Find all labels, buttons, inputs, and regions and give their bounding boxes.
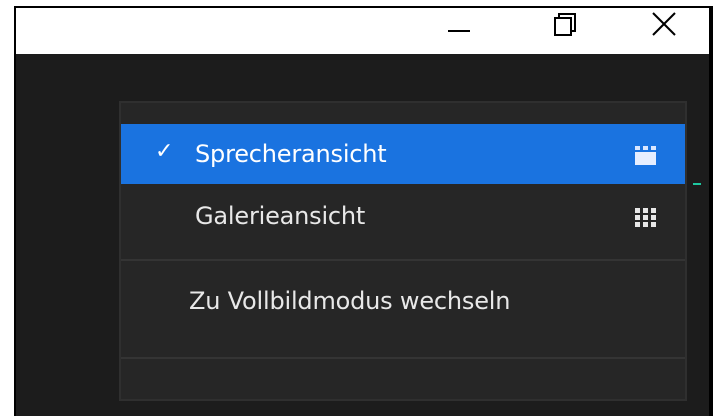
close-icon — [652, 12, 676, 36]
speaker-view-icon — [635, 144, 657, 172]
restore-icon — [554, 13, 576, 36]
menu-item-label: Zu Vollbildmodus wechseln — [189, 287, 511, 315]
menu-item-label: Sprecheransicht — [195, 140, 387, 168]
checkmark-icon: ✓ — [155, 139, 174, 164]
menu-item-label: Galerieansicht — [195, 202, 366, 230]
menu-item-gallery-view[interactable]: Galerieansicht — [121, 186, 685, 246]
close-button[interactable] — [636, 8, 692, 44]
edge-indicator — [693, 183, 701, 185]
menu-divider — [121, 357, 685, 359]
app-window: ✓ Sprecheransicht Galerieansicht Zu Voll… — [14, 6, 713, 416]
title-bar — [16, 8, 709, 54]
minimize-icon — [448, 30, 470, 32]
minimize-button[interactable] — [431, 8, 487, 44]
menu-divider — [121, 259, 685, 261]
gallery-grid-icon — [635, 206, 657, 234]
menu-item-fullscreen[interactable]: Zu Vollbildmodus wechseln — [121, 269, 685, 329]
screenshot-frame: ✓ Sprecheransicht Galerieansicht Zu Voll… — [0, 0, 713, 416]
menu-item-speaker-view[interactable]: ✓ Sprecheransicht — [121, 124, 685, 184]
view-menu: ✓ Sprecheransicht Galerieansicht Zu Voll… — [119, 101, 687, 401]
restore-button[interactable] — [536, 8, 592, 44]
